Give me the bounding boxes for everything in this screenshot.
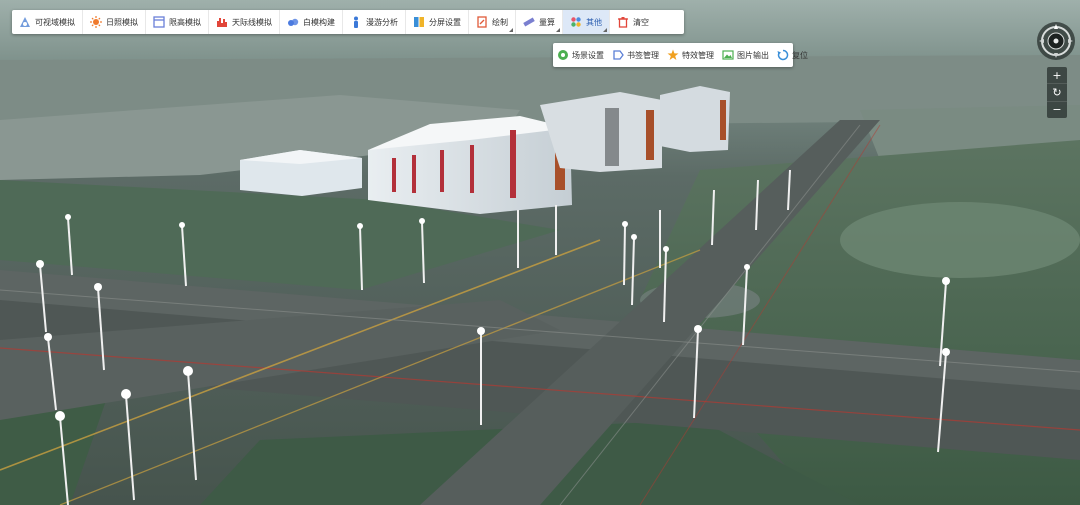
submenu-item-label: 场景设置 [572, 50, 604, 60]
effects-icon [667, 49, 679, 61]
other-icon [570, 16, 582, 28]
split-screen-icon [413, 16, 425, 28]
submenu-item-image-export[interactable]: 图片输出 [718, 43, 773, 67]
toolbar-item-label: 日照模拟 [106, 17, 138, 27]
toolbar-item-label: 其他 [586, 17, 602, 27]
toolbar-item-label: 漫游分析 [366, 17, 398, 27]
toolbar-item-label: 限高模拟 [169, 17, 201, 27]
toolbar-item-height-limit[interactable]: 限高模拟 [146, 10, 209, 34]
reset-view-button[interactable]: ↻ [1047, 83, 1067, 100]
white-model-icon [287, 16, 299, 28]
compass-icon[interactable] [1036, 21, 1076, 61]
zoom-in-button[interactable]: + [1047, 67, 1067, 83]
zoom-out-button[interactable]: − [1047, 100, 1067, 118]
dropdown-indicator-icon [509, 28, 513, 32]
toolbar-item-label: 分屏设置 [429, 17, 461, 27]
dropdown-indicator-icon [603, 28, 607, 32]
compass-graphic [1037, 22, 1075, 60]
submenu-item-scene-settings[interactable]: 场景设置 [553, 43, 608, 67]
toolbar-item-skyline[interactable]: 天际线模拟 [209, 10, 280, 34]
skyline-icon [216, 16, 228, 28]
submenu-item-bookmark[interactable]: 书签管理 [608, 43, 663, 67]
toolbar-item-label: 可视域模拟 [35, 17, 75, 27]
toolbar-item-white-model[interactable]: 白模构建 [280, 10, 343, 34]
toolbar-item-sun[interactable]: 日照模拟 [83, 10, 146, 34]
toolbar-item-label: 量算 [539, 17, 555, 27]
roaming-icon [350, 16, 362, 28]
toolbar-item-label: 清空 [633, 17, 649, 27]
toolbar-item-roaming[interactable]: 漫游分析 [343, 10, 406, 34]
bookmark-icon [612, 49, 624, 61]
submenu-item-label: 图片输出 [737, 50, 769, 60]
measure-icon [523, 16, 535, 28]
visibility-icon [19, 16, 31, 28]
submenu-item-label: 特效管理 [682, 50, 714, 60]
main-toolbar: 可视域模拟 日照模拟 限高模拟 天际线模拟 白模构建 漫游分析 分屏设置 绘制 量算 其他 清空 [12, 10, 684, 34]
submenu-item-effects[interactable]: 特效管理 [663, 43, 718, 67]
reset-icon [777, 49, 789, 61]
draw-icon [476, 16, 488, 28]
submenu-item-label: 书签管理 [627, 50, 659, 60]
dropdown-indicator-icon [556, 28, 560, 32]
toolbar-item-label: 白模构建 [303, 17, 335, 27]
toolbar-item-split-screen[interactable]: 分屏设置 [406, 10, 469, 34]
image-export-icon [722, 49, 734, 61]
clear-icon [617, 16, 629, 28]
height-limit-icon [153, 16, 165, 28]
other-submenu: 场景设置 书签管理 特效管理 图片输出 复位 [553, 43, 808, 67]
zoom-controls: + ↻ − [1047, 67, 1067, 118]
toolbar-item-other[interactable]: 其他 [563, 10, 610, 34]
toolbar-item-clear[interactable]: 清空 [610, 10, 656, 34]
submenu-item-label: 复位 [792, 50, 808, 60]
submenu-item-reset[interactable]: 复位 [773, 43, 812, 67]
3d-scene-viewport[interactable] [0, 0, 1080, 505]
toolbar-item-measure[interactable]: 量算 [516, 10, 563, 34]
toolbar-item-label: 绘制 [492, 17, 508, 27]
toolbar-item-draw[interactable]: 绘制 [469, 10, 516, 34]
sun-icon [90, 16, 102, 28]
scene-settings-icon [557, 49, 569, 61]
toolbar-item-visibility[interactable]: 可视域模拟 [12, 10, 83, 34]
terrain [0, 0, 1080, 505]
toolbar-item-label: 天际线模拟 [232, 17, 272, 27]
